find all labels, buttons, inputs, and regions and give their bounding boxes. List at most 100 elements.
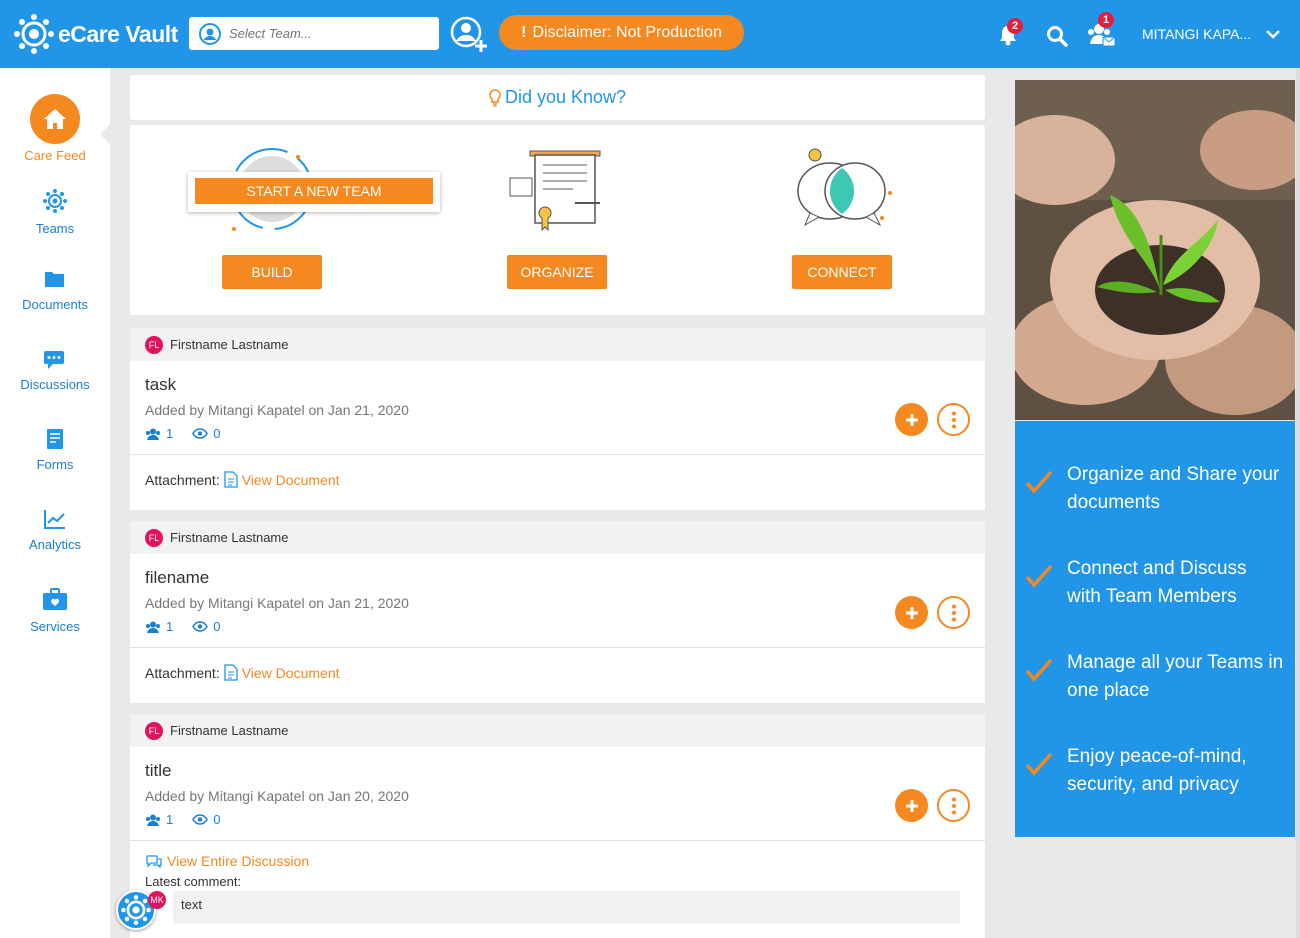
- hands-plant-photo: [1015, 80, 1295, 420]
- views-count: 0: [213, 812, 221, 827]
- feed-item-stats: 1 0: [145, 812, 220, 827]
- plus-icon: [905, 799, 918, 812]
- members-count: 1: [166, 619, 174, 634]
- did-you-know-banner[interactable]: Did you Know?: [130, 75, 985, 120]
- search-icon[interactable]: [1046, 25, 1068, 47]
- team-select[interactable]: [189, 17, 439, 50]
- sidebar-item-care-feed[interactable]: Care Feed: [0, 94, 110, 163]
- divider: [130, 647, 985, 648]
- promo-item: Organize and Share your documents: [1025, 461, 1285, 517]
- sidebar-item-services[interactable]: Services: [0, 588, 110, 634]
- avatar[interactable]: FL: [145, 335, 163, 354]
- app-logo[interactable]: eCare Vault: [14, 14, 178, 54]
- sidebar-item-documents[interactable]: Documents: [0, 268, 110, 312]
- views-count: 0: [213, 619, 221, 634]
- attachment-row: Attachment: View Document: [145, 664, 340, 681]
- build-button[interactable]: BUILD: [222, 255, 322, 289]
- members-icon: [146, 621, 160, 633]
- add-user-icon[interactable]: [450, 16, 490, 54]
- sidebar-item-label: Care Feed: [24, 148, 86, 163]
- more-options-button[interactable]: [937, 789, 970, 822]
- disclaimer-badge[interactable]: ! Disclaimer: Not Production: [499, 15, 744, 50]
- checkmark-icon: [1025, 564, 1053, 588]
- avatar[interactable]: FL: [145, 721, 163, 740]
- lightbulb-icon: [489, 88, 501, 107]
- feed-item: FL Firstname Lastname title Added by Mit…: [130, 714, 985, 938]
- plus-icon: [905, 606, 918, 619]
- avatar[interactable]: FL: [145, 528, 163, 547]
- eye-icon: [192, 814, 209, 825]
- disclaimer-text: Disclaimer: Not Production: [532, 23, 722, 41]
- briefcase-icon: [43, 588, 67, 610]
- active-indicator: [100, 124, 110, 144]
- feed-item-stats: 1 0: [145, 619, 220, 634]
- start-new-team-button[interactable]: START A NEW TEAM: [195, 178, 433, 204]
- members-icon: [146, 428, 160, 440]
- team-select-input[interactable]: [229, 26, 419, 41]
- more-options-button[interactable]: [937, 403, 970, 436]
- feed-item-meta: Added by Mitangi Kapatel on Jan 21, 2020: [145, 402, 409, 418]
- attachment-row: Attachment: View Document: [145, 471, 340, 488]
- chevron-down-icon[interactable]: [1265, 28, 1281, 40]
- checkmark-icon: [1025, 470, 1053, 494]
- eye-icon: [192, 621, 209, 632]
- add-button[interactable]: [895, 789, 928, 822]
- members-icon: [146, 814, 160, 826]
- more-options-button[interactable]: [937, 596, 970, 629]
- organize-button[interactable]: ORGANIZE: [507, 255, 607, 289]
- feed-item-header: FL Firstname Lastname: [130, 714, 985, 747]
- members-count: 1: [166, 812, 174, 827]
- feed-item-title[interactable]: filename: [145, 568, 209, 588]
- author-name[interactable]: Firstname Lastname: [170, 530, 289, 545]
- divider: [130, 840, 985, 841]
- scrollbar[interactable]: [1296, 68, 1300, 938]
- chat-bubbles-illustration: [797, 148, 892, 227]
- promo-text: Enjoy peace-of-mind, security, and priva…: [1067, 746, 1247, 795]
- sidebar-item-label: Forms: [36, 457, 74, 472]
- promo-item: Enjoy peace-of-mind, security, and priva…: [1025, 743, 1285, 799]
- feed-item-meta: Added by Mitangi Kapatel on Jan 21, 2020: [145, 595, 409, 611]
- added-date: on Jan 20, 2020: [308, 788, 409, 804]
- view-document-link[interactable]: View Document: [242, 665, 340, 681]
- author-name[interactable]: Firstname Lastname: [170, 337, 289, 352]
- added-by: Added by Mitangi Kapatel: [145, 402, 305, 418]
- more-vertical-icon: [951, 797, 956, 814]
- sidebar-item-discussions[interactable]: Discussions: [0, 348, 110, 392]
- feed-item-title[interactable]: task: [145, 375, 176, 395]
- user-circle-icon: [199, 22, 221, 45]
- view-document-link[interactable]: View Document: [242, 472, 340, 488]
- divider: [130, 454, 985, 455]
- sidebar-item-label: Teams: [35, 221, 75, 236]
- feed-item-meta: Added by Mitangi Kapatel on Jan 20, 2020: [145, 788, 409, 804]
- latest-comment-label: Latest comment:: [145, 874, 242, 889]
- notification-badge: 2: [1007, 18, 1023, 34]
- promo-text: Manage all your Teams in one place: [1067, 652, 1284, 701]
- user-name[interactable]: MITANGI KAPA...: [1142, 26, 1251, 42]
- home-icon: [30, 94, 80, 144]
- comment-avatar[interactable]: MK: [148, 891, 166, 909]
- views-count: 0: [213, 426, 221, 441]
- top-bar: eCare Vault ! Disclaimer: Not Production…: [0, 0, 1300, 68]
- added-date: on Jan 21, 2020: [308, 402, 409, 418]
- feed-item-header: FL Firstname Lastname: [130, 328, 985, 361]
- invites-badge: 1: [1098, 12, 1114, 28]
- latest-comment-text: text: [173, 891, 960, 924]
- added-by: Added by Mitangi Kapatel: [145, 788, 305, 804]
- sidebar-item-teams[interactable]: Teams: [0, 188, 110, 236]
- promo-item: Connect and Discuss with Team Members: [1025, 555, 1285, 611]
- add-button[interactable]: [895, 596, 928, 629]
- connect-button[interactable]: CONNECT: [792, 255, 892, 289]
- added-date: on Jan 21, 2020: [308, 595, 409, 611]
- attachment-label: Attachment:: [145, 664, 220, 681]
- promo-text: Organize and Share your documents: [1067, 464, 1280, 513]
- view-entire-discussion-link[interactable]: View Entire Discussion: [167, 853, 309, 869]
- document-illustration: [509, 150, 601, 232]
- feed-item-title[interactable]: title: [145, 761, 171, 781]
- sidebar-item-forms[interactable]: Forms: [0, 428, 110, 472]
- add-button[interactable]: [895, 403, 928, 436]
- author-name[interactable]: Firstname Lastname: [170, 723, 289, 738]
- feed-item: FL Firstname Lastname filename Added by …: [130, 521, 985, 703]
- chat-icon: [44, 351, 64, 369]
- comments-icon: [146, 855, 162, 868]
- sidebar-item-analytics[interactable]: Analytics: [0, 508, 110, 552]
